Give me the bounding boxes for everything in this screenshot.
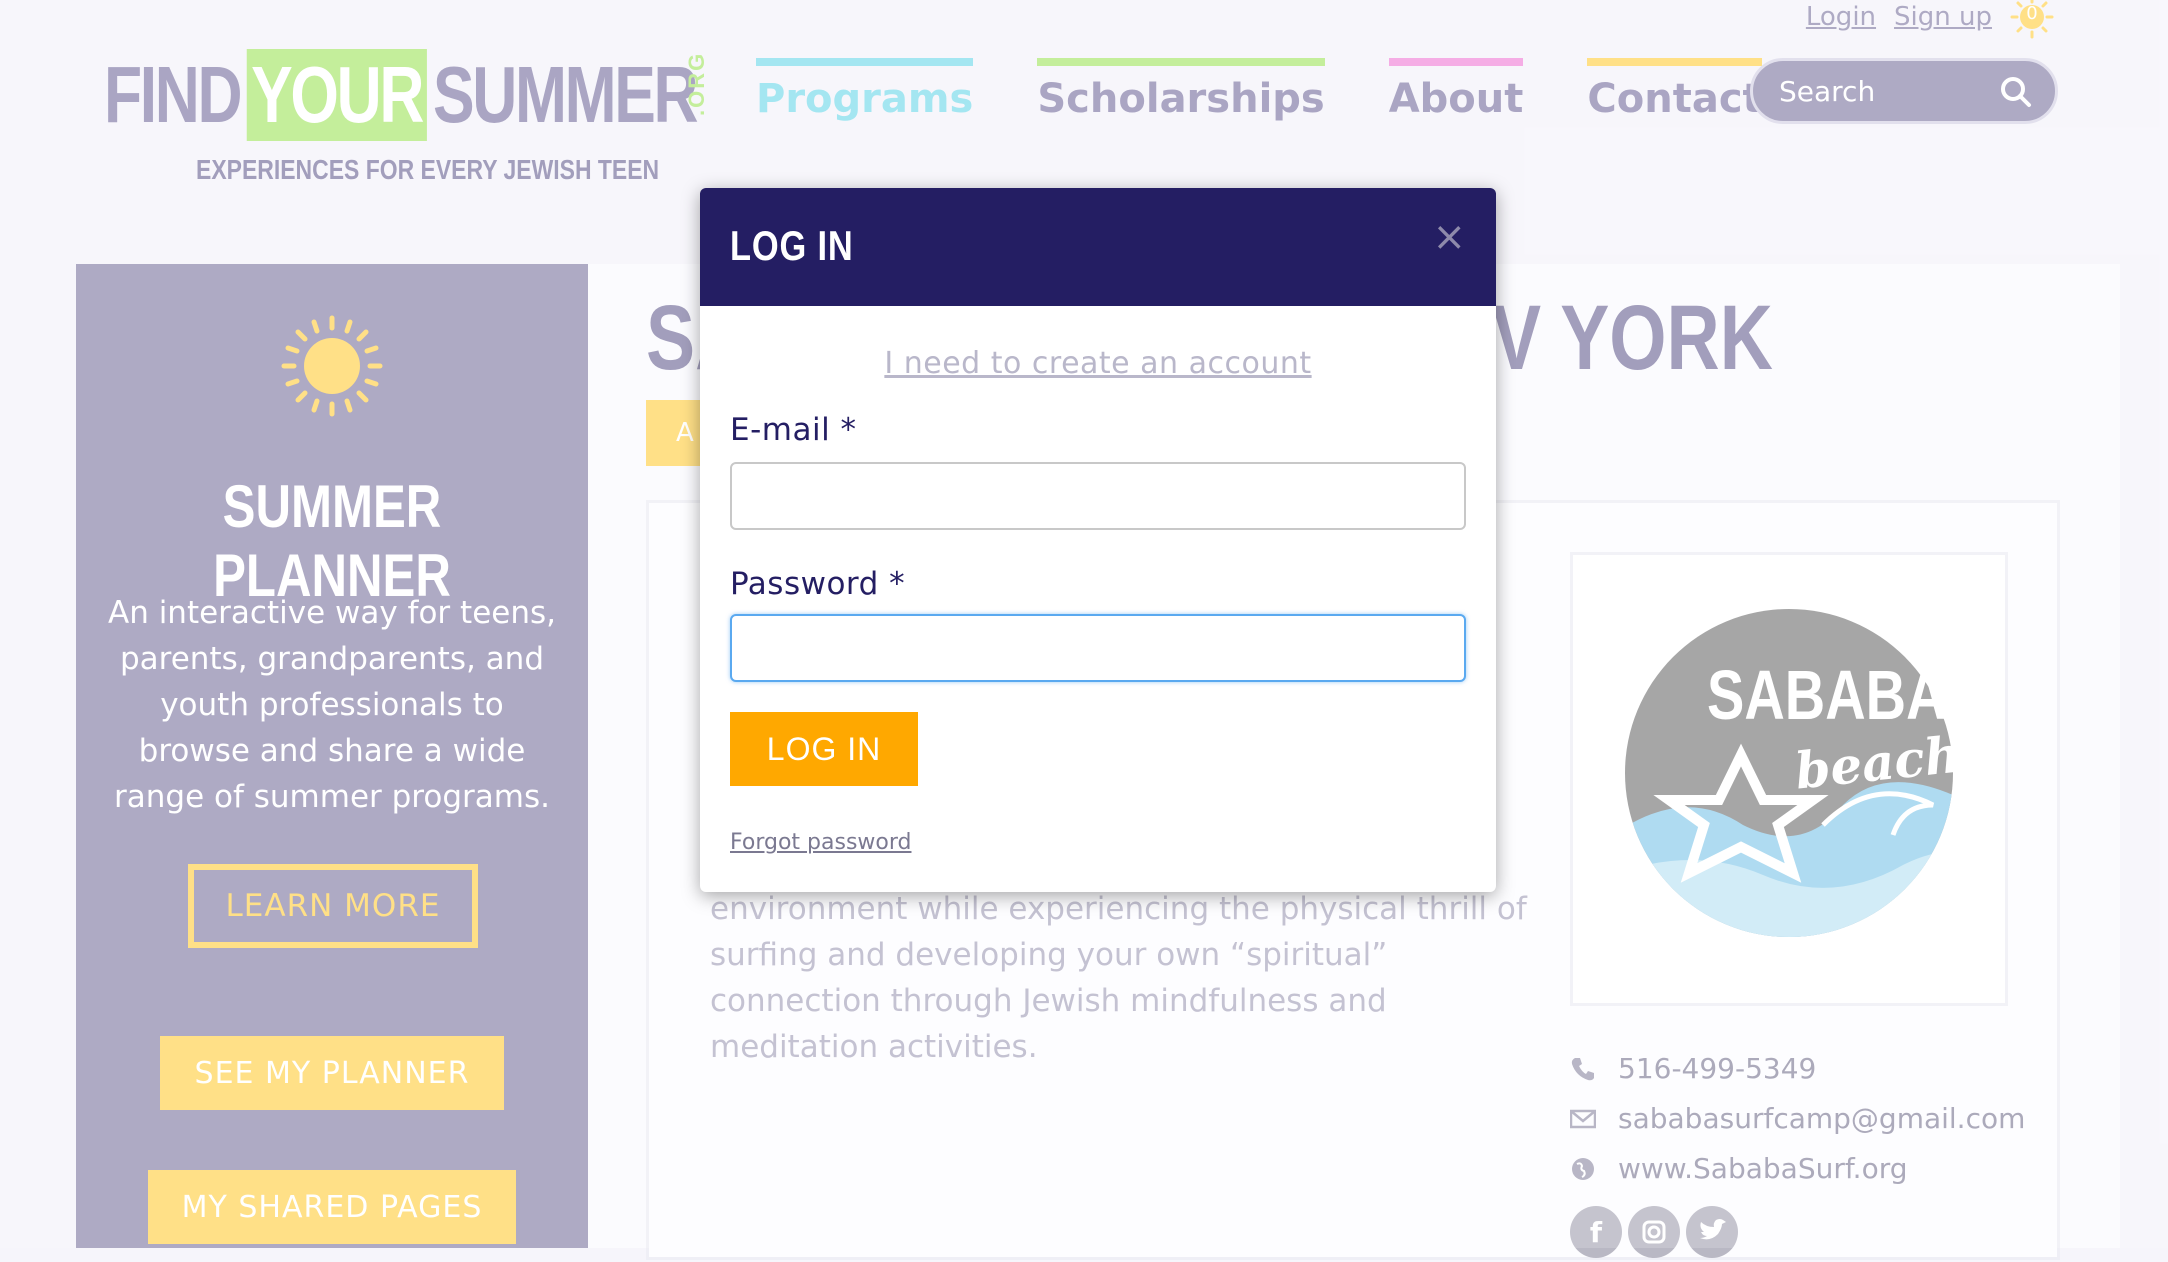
create-account-link[interactable]: I need to create an account bbox=[884, 346, 1311, 381]
password-label: Password * bbox=[730, 566, 906, 602]
forgot-password-link[interactable]: Forgot password bbox=[730, 830, 911, 855]
password-field[interactable] bbox=[730, 614, 1466, 682]
create-account-row: I need to create an account bbox=[700, 346, 1496, 381]
login-modal-title: LOG IN bbox=[730, 222, 854, 269]
email-field[interactable] bbox=[730, 462, 1466, 530]
login-modal: LOG IN × I need to create an account E-m… bbox=[700, 188, 1496, 892]
login-submit-button[interactable]: LOG IN bbox=[730, 712, 918, 786]
email-label: E-mail * bbox=[730, 412, 857, 448]
login-modal-header: LOG IN × bbox=[700, 188, 1496, 306]
close-icon[interactable]: × bbox=[1432, 214, 1466, 260]
